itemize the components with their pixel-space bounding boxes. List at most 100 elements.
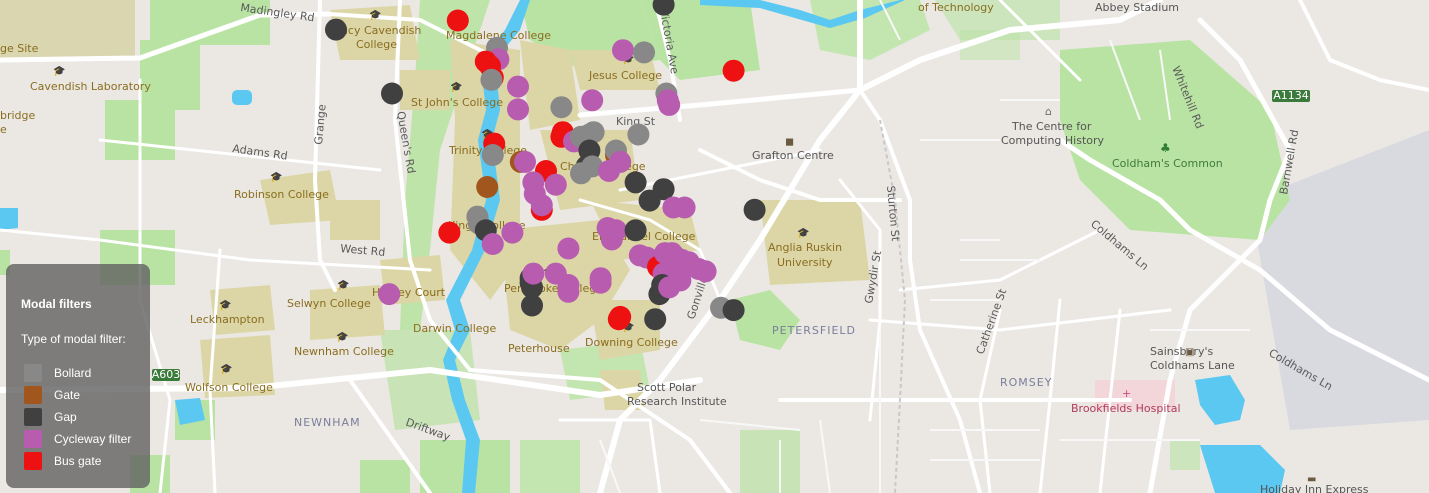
legend-item-bus-gate[interactable]: Bus gate [22,452,147,472]
marker-cycleway[interactable] [507,75,529,98]
map-canvas[interactable]: A1134 A603 Madingley Rd Adams Rd West Rd… [0,0,1429,493]
label-scott-polar-2: Research Institute [627,395,727,408]
marker-gap[interactable] [624,171,647,194]
marker-gap[interactable] [521,294,543,317]
legend-item-cycleway[interactable]: Cycleway filter [22,430,147,450]
marker-bollard[interactable] [550,96,573,119]
marker-cycleway[interactable] [481,233,504,255]
label-of-technology: of Technology [918,1,994,14]
marker-cycleway[interactable] [507,98,529,121]
label-wolfson: Wolfson College [185,381,273,394]
marker-cycleway[interactable] [658,93,681,116]
supermarket-icon: ▣ [1185,347,1194,358]
a1134-shield: A1134 [1272,89,1310,102]
legend-swatch [24,452,42,470]
marker-cycleway[interactable] [581,89,604,112]
marker-cycleway[interactable] [501,221,524,244]
marker-bollard[interactable] [480,68,503,91]
label-centre-computing-2: Computing History [1001,134,1105,147]
label-jesus: Jesus College [588,69,662,82]
marker-cycleway[interactable] [514,150,536,173]
marker-bus-gate[interactable] [446,9,469,32]
label-sainsburys-2: Coldhams Lane [1150,359,1235,372]
marker-cycleway[interactable] [598,160,620,182]
college-icon: 🎓 [450,81,462,93]
tree-icon: ♣ [1160,141,1171,155]
marker-bollard[interactable] [633,41,655,64]
legend-label: Cycleway filter [54,432,132,446]
label-robinson: Robinson College [234,188,329,201]
marker-cycleway[interactable] [530,194,553,217]
marker-bollard[interactable] [627,123,650,146]
marker-cycleway[interactable] [378,283,401,306]
marker-gap[interactable] [325,18,347,41]
label-lucy-cavendish: Lucy Cavendish [335,24,421,37]
legend-label: Bus gate [54,454,102,468]
legend-title: Modal filters [21,297,92,311]
college-icon: 🎓 [337,279,349,291]
marker-gap[interactable] [638,189,661,212]
marker-bus-gate[interactable] [438,221,461,244]
label-petersfield: PETERSFIELD [772,324,856,337]
marker-cycleway[interactable] [600,228,623,251]
marker-cycleway[interactable] [658,276,681,299]
marker-gap[interactable] [644,308,667,331]
college-icon: 🎓 [219,299,231,311]
label-newnham: NEWNHAM [294,416,361,429]
marker-cycleway[interactable] [522,262,545,285]
marker-cycleway[interactable] [544,173,567,196]
legend-subtitle: Type of modal filter: [21,332,126,346]
marker-cycleway[interactable] [589,271,612,294]
label-lucy-cavendish-college: College [356,38,397,51]
label-scott-polar-1: Scott Polar [637,381,697,394]
college-icon: 🎓 [220,363,232,375]
hotel-icon: ▬ [1307,474,1316,485]
label-abbey-stadium: Abbey Stadium [1095,1,1179,14]
college-icon: 🎓 [53,65,65,77]
marker-bus-gate[interactable] [722,59,745,82]
label-anglia-1: Anglia Ruskin [768,241,842,254]
marker-bollard[interactable] [481,144,504,166]
marker-bus-gate[interactable] [607,308,630,331]
marker-cycleway[interactable] [557,280,580,303]
legend-item-gap[interactable]: Gap [22,408,147,428]
label-cavendish-lab: Cavendish Laboratory [30,80,151,93]
legend-label: Gap [54,410,77,424]
museum-icon: ⌂ [1045,105,1052,118]
label-coldhams-common: Coldham's Common [1112,157,1223,170]
svg-text:A1134: A1134 [1273,89,1309,102]
label-ge-site: ge Site [0,42,39,55]
label-st-johns: St John's College [411,96,503,109]
label-sainsburys-1: Sainsbury's [1150,345,1213,358]
label-darwin: Darwin College [413,322,497,335]
college-icon: 🎓 [369,9,381,21]
marker-cycleway[interactable] [694,260,717,283]
label-downing: Downing College [585,336,678,349]
marker-cycleway[interactable] [612,39,634,62]
marker-cycleway[interactable] [673,196,696,219]
label-anglia-2: University [777,256,833,269]
marker-gap[interactable] [624,219,647,242]
a603-shield: A603 [152,368,180,381]
legend-item-gate[interactable]: Gate [22,386,147,406]
marker-gap[interactable] [381,82,403,105]
legend-item-bollard[interactable]: Bollard [22,364,147,384]
legend-panel: Modal filters Type of modal filter: Boll… [6,264,150,488]
label-leckhampton: Leckhampton [190,313,265,326]
shop-icon: ◼ [785,135,794,148]
label-centre-computing-1: The Centre for [1011,120,1092,133]
label-grafton: Grafton Centre [752,149,834,162]
college-icon: 🎓 [797,227,809,239]
marker-gap[interactable] [722,299,745,322]
college-icon: 🎓 [270,171,282,183]
marker-gate[interactable] [476,176,499,198]
marker-gap[interactable] [743,198,766,221]
label-selwyn: Selwyn College [287,297,371,310]
marker-cycleway[interactable] [557,237,580,260]
label-romsey: ROMSEY [1000,376,1052,389]
label-peterhouse: Peterhouse [508,342,570,355]
legend-swatch [24,408,42,426]
label-e: e [0,123,7,136]
hospital-icon: + [1122,387,1131,400]
label-bridge: bridge [0,109,36,122]
